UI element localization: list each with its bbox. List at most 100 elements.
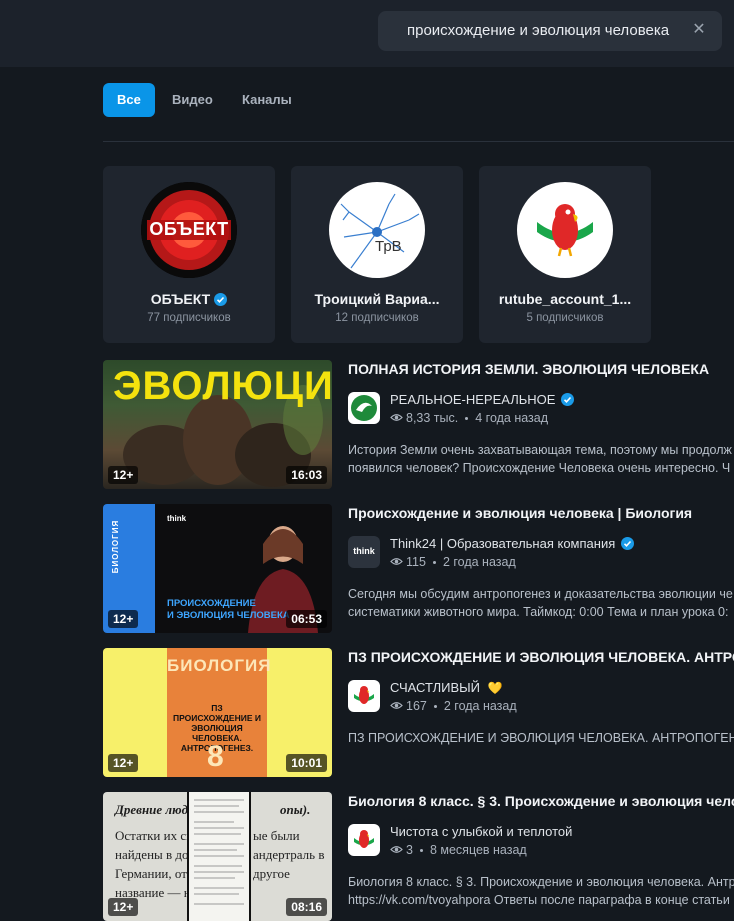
eye-icon (390, 702, 403, 710)
view-count: 115 (406, 555, 426, 569)
video-meta: 3 8 месяцев назад (390, 843, 527, 857)
video-thumbnail[interactable]: БИОЛОГИЯ think ПРОИСХОЖДЕНИЕ И ЭВОЛЮЦИЯ … (103, 504, 332, 633)
thumbnail-title: ЭВОЛЮЦИЯ (113, 364, 332, 408)
avatar: ОБЪЕКТ (141, 182, 237, 278)
tab-all[interactable]: Все (103, 83, 155, 117)
thumbnail-text-line: найдены в до (115, 847, 189, 862)
thumbnail-heading-start: Древние люди (115, 802, 196, 817)
subscriber-count: 77 подписчиков (147, 312, 231, 324)
video-item[interactable]: Древние люди опы). Остатки их ск найдены… (103, 792, 734, 921)
video-meta: 115 2 года назад (390, 555, 516, 569)
avatar-logo-text: ОБЪЕКТ (149, 219, 229, 239)
avatar: ТрВ (329, 182, 425, 278)
publish-date: 2 года назад (442, 555, 516, 569)
channel-avatar[interactable] (348, 680, 380, 712)
view-count: 3 (406, 843, 413, 857)
parrot-icon (517, 182, 613, 278)
video-thumbnail[interactable]: БИОЛОГИЯ ПЗ ПРОИСХОЖДЕНИЕ И ЭВОЛЮЦИЯ ЧЕЛ… (103, 648, 332, 777)
thumbnail-text-line: ые были (253, 828, 300, 843)
tab-channels[interactable]: Каналы (242, 83, 292, 117)
search-input[interactable]: происхождение и эволюция человека (407, 22, 669, 39)
video-description: ПЗ ПРОИСХОЖДЕНИЕ И ЭВОЛЮЦИЯ ЧЕЛОВЕКА. АН… (348, 729, 734, 747)
video-title[interactable]: ПОЛНАЯ ИСТОРИЯ ЗЕМЛИ. ЭВОЛЮЦИЯ ЧЕЛОВЕКА (348, 360, 734, 378)
channel-name[interactable]: СЧАСТЛИВЫЙ 💛 (390, 680, 503, 695)
eye-icon (390, 414, 403, 422)
video-title[interactable]: Происхождение и эволюция человека | Биол… (348, 504, 734, 522)
search-box[interactable]: происхождение и эволюция человека ✕ (378, 11, 722, 51)
channel-name[interactable]: Чистота с улыбкой и теплотой (390, 824, 572, 839)
thumbnail-text-line: ПРОИСХОЖДЕНИЕ И (173, 713, 261, 723)
eye-icon (390, 846, 403, 854)
duration-badge: 10:01 (286, 754, 327, 772)
divider (103, 141, 734, 142)
publish-date: 8 месяцев назад (429, 843, 527, 857)
video-meta: 8,33 тыс. 4 года назад (390, 411, 548, 425)
thumbnail-heading-end: опы). (280, 802, 311, 817)
description-line: Биология 8 класс. § 3. Происхождение и э… (348, 875, 734, 889)
video-description: Биология 8 класс. § 3. Происхождение и э… (348, 873, 734, 909)
thumbnail-book-cover: БИОЛОГИЯ ПЗ ПРОИСХОЖДЕНИЕ И ЭВОЛЮЦИЯ ЧЕЛ… (167, 648, 272, 777)
duration-badge: 16:03 (286, 466, 327, 484)
video-item[interactable]: БИОЛОГИЯ ПЗ ПРОИСХОЖДЕНИЕ И ЭВОЛЮЦИЯ ЧЕЛ… (103, 648, 734, 777)
subscriber-count: 12 подписчиков (335, 312, 419, 324)
video-item[interactable]: ЭВОЛЮЦИЯ 12+ 16:03 ПОЛНАЯ ИСТОРИЯ ЗЕМЛИ.… (103, 360, 734, 489)
thumbnail-body-text-right: ые были андертраль в другое (253, 826, 324, 883)
video-thumbnail[interactable]: ЭВОЛЮЦИЯ 12+ 16:03 (103, 360, 332, 489)
channel-name[interactable]: Think24 | Образовательная компания (390, 536, 635, 551)
thumbnail-caption-line: ПРОИСХОЖДЕНИЕ (167, 598, 256, 609)
video-thumbnail[interactable]: Древние люди опы). Остатки их ск найдены… (103, 792, 332, 921)
channel-name[interactable]: РЕАЛЬНОЕ-НЕРЕАЛЬНОЕ (390, 392, 575, 407)
description-line: систематики животного мира. Таймкод: 0:0… (348, 605, 729, 619)
description-line: ПЗ ПРОИСХОЖДЕНИЕ И ЭВОЛЮЦИЯ ЧЕЛОВЕКА. АН… (348, 731, 734, 745)
description-line: https://vk.com/tvoyahpora Ответы после п… (348, 893, 730, 907)
publish-date: 2 года назад (443, 699, 517, 713)
channel-card-object[interactable]: ОБЪЕКТ ОБЪЕКТ 77 подписчиков (103, 166, 275, 343)
view-count: 8,33 тыс. (406, 411, 459, 425)
age-rating-badge: 12+ (108, 466, 139, 484)
video-title[interactable]: ПЗ ПРОИСХОЖДЕНИЕ И ЭВОЛЮЦИЯ ЧЕЛОВЕКА. АН… (348, 648, 734, 666)
channel-name: rutube_account_1... (498, 291, 632, 307)
thumbnail-text-line: другое (253, 866, 290, 881)
verified-icon (621, 537, 635, 551)
subscriber-count: 5 подписчиков (526, 312, 604, 324)
thumbnail-text-line: Остатки их ск (115, 828, 193, 843)
age-rating-badge: 12+ (108, 610, 139, 628)
channel-avatar[interactable] (348, 392, 380, 424)
thumbnail-caption-line: И ЭВОЛЮЦИЯ ЧЕЛОВЕКА (167, 610, 290, 621)
channel-card-rutube-account[interactable]: rutube_account_1... 5 подписчиков (479, 166, 651, 343)
eye-icon (390, 558, 403, 566)
channel-name-text[interactable]: Think24 | Образовательная компания (390, 536, 615, 551)
video-item[interactable]: БИОЛОГИЯ think ПРОИСХОЖДЕНИЕ И ЭВОЛЮЦИЯ … (103, 504, 734, 633)
thumbnail-book-title: БИОЛОГИЯ (167, 656, 272, 675)
view-count: 167 (406, 699, 427, 713)
channel-avatar[interactable]: think (348, 536, 380, 568)
age-rating-badge: 12+ (108, 898, 139, 916)
channel-name: ОБЪЕКТ (103, 291, 275, 307)
channel-card-troitsky[interactable]: ТрВ Троицкий Вариа... 12 подписчиков (291, 166, 463, 343)
video-title[interactable]: Биология 8 класс. § 3. Происхождение и э… (348, 792, 734, 810)
video-meta: 167 2 года назад (390, 699, 517, 713)
duration-badge: 08:16 (286, 898, 327, 916)
verified-icon (561, 393, 575, 407)
thumbnail-grade: 8 (207, 740, 224, 773)
close-icon[interactable]: ✕ (690, 21, 708, 39)
video-description: Сегодня мы обсудим антропогенез и доказа… (348, 585, 734, 621)
channel-name-text[interactable]: Чистота с улыбкой и теплотой (390, 824, 572, 839)
thumbnail-phone-overlay (187, 792, 251, 921)
thumbnail-caption: ПРОИСХОЖДЕНИЕ И ЭВОЛЮЦИЯ ЧЕЛОВЕКА (167, 598, 290, 622)
channel-name-text[interactable]: РЕАЛЬНОЕ-НЕРЕАЛЬНОЕ (390, 392, 555, 407)
age-rating-badge: 12+ (108, 754, 139, 772)
channel-avatar-text: think (353, 546, 375, 556)
description-line: История Земли очень захватывающая тема, … (348, 443, 732, 457)
channel-avatar[interactable] (348, 824, 380, 856)
video-description: История Земли очень захватывающая тема, … (348, 441, 734, 477)
thumbnail-body-text: Остатки их ск найдены в до Германии, отк… (115, 826, 193, 902)
channel-name-text[interactable]: СЧАСТЛИВЫЙ (390, 680, 480, 695)
channel-name-text: ОБЪЕКТ (150, 291, 211, 307)
channel-name: Троицкий Вариа... (314, 291, 440, 307)
tab-video[interactable]: Видео (172, 83, 213, 117)
avatar-logo-text: ТрВ (375, 238, 402, 255)
thumbnail-heading: Древние люди опы). (115, 802, 310, 818)
heart-icon: 💛 (487, 681, 503, 695)
thumbnail-text-line: ПЗ (211, 703, 223, 713)
